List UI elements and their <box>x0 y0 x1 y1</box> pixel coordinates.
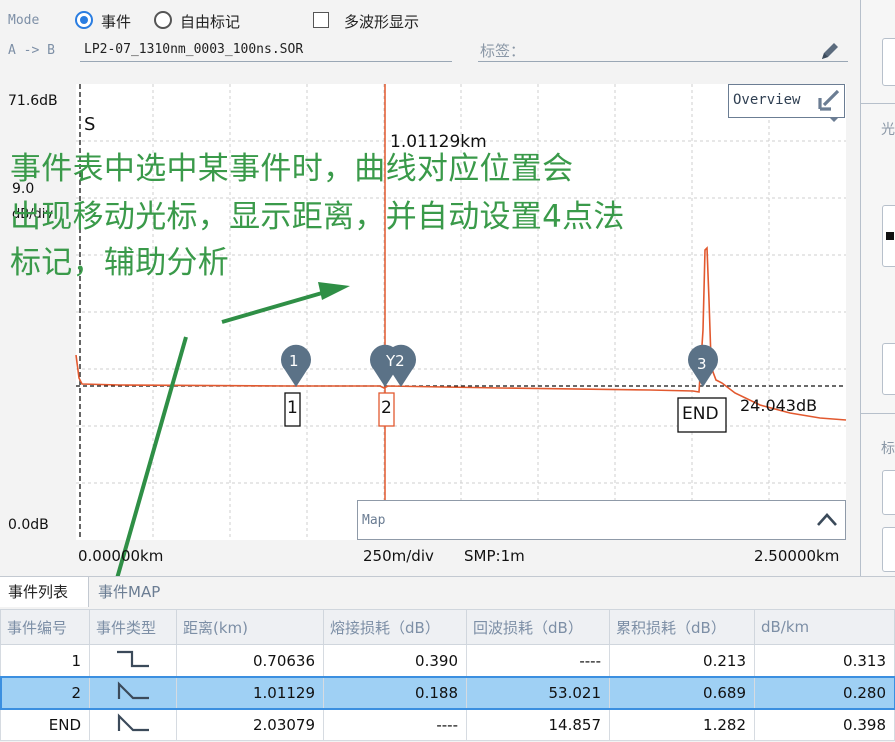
right-panel-button-2[interactable] <box>882 205 895 267</box>
cell-db-per-km: 0.313 <box>754 644 895 677</box>
right-panel-button-4[interactable] <box>882 470 895 515</box>
event-box-end-label[interactable]: END <box>682 404 719 424</box>
x-axis-start-label: 0.00000km <box>78 547 164 565</box>
cell-cumulative-loss: 0.689 <box>609 676 755 709</box>
col-splice-loss[interactable]: 熔接损耗（dB） <box>323 609 467 645</box>
map-label: Map <box>362 513 386 528</box>
y-axis-bottom-label: 0.0dB <box>8 517 49 533</box>
non-reflective-icon <box>89 644 177 677</box>
col-db-per-km[interactable]: dB/km <box>754 609 895 645</box>
pin-3-label[interactable]: 3 <box>697 355 707 373</box>
cell-event-number: END <box>0 708 90 741</box>
right-panel-label-2: 标 <box>881 441 895 457</box>
col-return-loss[interactable]: 回波损耗（dB） <box>466 609 610 645</box>
cell-splice-loss: 0.390 <box>323 644 467 677</box>
table-row-selected[interactable]: 2 1.01129 0.188 53.021 0.689 0.280 <box>0 675 895 710</box>
cell-cumulative-loss: 0.213 <box>609 644 755 677</box>
cell-event-number: 2 <box>0 676 90 709</box>
tab-event-list[interactable]: 事件列表 <box>0 577 89 607</box>
pin-1-label[interactable]: 1 <box>289 352 299 370</box>
col-distance[interactable]: 距离(km) <box>176 609 324 645</box>
reflective-icon <box>89 676 177 709</box>
cell-splice-loss: ---- <box>323 708 467 741</box>
annotation-line-2: 出现移动光标，显示距离，并自动设置4点法 <box>10 199 625 235</box>
cell-return-loss: 53.021 <box>466 676 610 709</box>
col-event-number[interactable]: 事件编号 <box>0 609 90 645</box>
event-table: 事件编号 事件类型 距离(km) 熔接损耗（dB） 回波损耗（dB） 累积损耗（… <box>0 609 895 741</box>
right-panel-label-1: 光 <box>881 122 895 138</box>
pin-y2-label[interactable]: Y2 <box>386 352 405 370</box>
cell-distance: 1.01129 <box>176 676 324 709</box>
y-axis-top-label: 71.6dB <box>8 93 58 109</box>
right-panel-button-5[interactable] <box>882 527 895 572</box>
cell-distance: 0.70636 <box>176 644 324 677</box>
right-panel-button-3[interactable] <box>882 343 895 395</box>
reflective-icon <box>89 708 177 741</box>
annotation-line-3: 标记，辅助分析 <box>10 245 230 281</box>
cell-event-number: 1 <box>0 644 90 677</box>
x-axis-end-label: 2.50000km <box>754 547 840 565</box>
overview-arrow-icon <box>818 89 840 111</box>
event-box-1-label[interactable]: 1 <box>287 398 298 418</box>
right-panel: 光 标 <box>860 0 895 580</box>
annotation-line-1: 事件表中选中某事件时，曲线对应位置会 <box>10 151 574 187</box>
start-marker-label: S <box>84 114 96 135</box>
col-event-type[interactable]: 事件类型 <box>89 609 177 645</box>
chevron-up-icon[interactable] <box>816 511 838 527</box>
table-row[interactable]: END 2.03079 ---- 14.857 1.282 0.398 <box>0 708 895 741</box>
map-panel[interactable]: Map <box>357 500 846 540</box>
x-axis-smp-label: SMP:1m <box>464 547 525 565</box>
table-header-row: 事件编号 事件类型 距离(km) 熔接损耗（dB） 回波损耗（dB） 累积损耗（… <box>0 609 895 645</box>
cell-db-per-km: 0.398 <box>754 708 895 741</box>
cell-return-loss: 14.857 <box>466 708 610 741</box>
x-axis-scale-label: 250m/div <box>363 547 434 565</box>
tab-event-map[interactable]: 事件MAP <box>90 577 168 607</box>
overview-button[interactable]: Overview <box>728 84 845 118</box>
event-tabs: 事件列表 事件MAP <box>0 576 895 607</box>
cell-cumulative-loss: 1.282 <box>609 708 755 741</box>
cell-distance: 2.03079 <box>176 708 324 741</box>
overview-label: Overview <box>733 92 801 108</box>
right-panel-button-1[interactable] <box>882 38 895 86</box>
table-row[interactable]: 1 0.70636 0.390 ---- 0.213 0.313 <box>0 644 895 677</box>
cell-splice-loss: 0.188 <box>323 676 467 709</box>
end-loss-readout: 24.043dB <box>740 396 818 415</box>
event-box-2-label[interactable]: 2 <box>381 398 392 418</box>
col-cumulative-loss[interactable]: 累积损耗（dB） <box>609 609 755 645</box>
cell-return-loss: ---- <box>466 644 610 677</box>
cell-db-per-km: 0.280 <box>754 676 895 709</box>
